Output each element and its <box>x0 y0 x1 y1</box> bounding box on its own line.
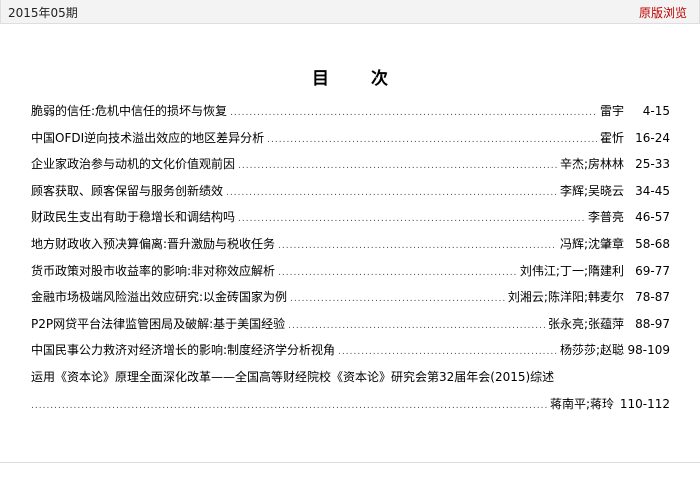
entry-pages: 98-109 <box>627 343 670 358</box>
entry-authors: 霍忻 <box>599 130 624 145</box>
entry-continuation: 蒋南平;蒋玲 110-112 <box>31 395 670 415</box>
toc-entry[interactable]: 中国民事公力救济对经济增长的影响:制度经济学分析视角 杨莎莎;赵聪 98-109 <box>31 341 670 368</box>
toc-entry[interactable]: 金融市场极端风险溢出效应研究:以金砖国家为例 刘湘云;陈洋阳;韩麦尔 78-87 <box>31 288 670 315</box>
issue-header-bar: 2015年05期 原版浏览 <box>0 0 700 24</box>
entry-pages: 88-97 <box>635 316 670 331</box>
entry-authors: 刘湘云;陈洋阳;韩麦尔 <box>507 290 624 305</box>
toc-entry[interactable]: 财政民生支出有助于稳增长和调结构吗 李普亮 46-57 <box>31 208 670 235</box>
entry-pages: 16-24 <box>635 130 670 145</box>
toc-list: 脆弱的信任:危机中信任的损坏与恢复 雷宇 4-15 中国OFDI逆向技术溢出效应… <box>31 102 670 415</box>
entry-title: 运用《资本论》原理全面深化改革——全国高等财经院校《资本论》研究会第32届年会(… <box>31 369 555 384</box>
toc-entry[interactable]: P2P网贷平台法律监管困局及破解:基于美国经验 张永亮;张蕴萍 88-97 <box>31 315 670 342</box>
entry-authors: 辛杰;房林林 <box>559 157 624 172</box>
entry-pages: 4-15 <box>642 104 670 118</box>
toc-entry[interactable]: 顾客获取、顾客保留与服务创新绩效 李辉;吴晓云 34-45 <box>31 182 670 209</box>
entry-pages: 34-45 <box>635 183 670 198</box>
entry-title: 财政民生支出有助于稳增长和调结构吗 <box>31 210 236 225</box>
entry-authors: 冯辉;沈肇章 <box>559 236 624 251</box>
entry-pages: 78-87 <box>635 290 670 305</box>
footer-divider <box>0 462 700 463</box>
entry-pages: 25-33 <box>635 157 670 172</box>
entry-pages: 69-77 <box>635 263 670 278</box>
entry-authors: 李普亮 <box>587 210 624 225</box>
entry-title: 中国民事公力救济对经济增长的影响:制度经济学分析视角 <box>31 343 336 358</box>
toc-entry[interactable]: 运用《资本论》原理全面深化改革——全国高等财经院校《资本论》研究会第32届年会(… <box>31 368 670 415</box>
dot-leader <box>226 188 557 198</box>
entry-authors: 李辉;吴晓云 <box>559 183 624 198</box>
dot-leader <box>238 214 585 224</box>
toc-entry[interactable]: 企业家政治参与动机的文化价值观前因 辛杰;房林林 25-33 <box>31 155 670 182</box>
entry-authors: 张永亮;张蕴萍 <box>547 316 624 331</box>
entry-pages: 58-68 <box>635 236 670 251</box>
entry-authors: 刘伟江;丁一;隋建利 <box>519 263 624 278</box>
entry-authors: 雷宇 <box>599 104 624 118</box>
entry-pages: 110-112 <box>619 396 670 411</box>
entry-title: 货币政策对股市收益率的影响:非对称效应解析 <box>31 263 276 278</box>
entry-pages: 46-57 <box>635 210 670 225</box>
dot-leader <box>267 135 597 145</box>
dot-leader <box>230 108 597 118</box>
dot-leader <box>288 321 545 331</box>
issue-label: 2015年05期 <box>8 6 78 20</box>
toc-title: 目 次 <box>312 69 406 89</box>
entry-title: 脆弱的信任:危机中信任的损坏与恢复 <box>31 104 228 118</box>
dot-leader <box>238 161 557 171</box>
entry-authors: 蒋南平;蒋玲 <box>549 396 614 411</box>
dot-leader <box>290 294 505 304</box>
entry-title: 地方财政收入预决算偏离:晋升激励与税收任务 <box>31 236 276 251</box>
entry-authors: 杨莎莎;赵聪 <box>559 343 624 358</box>
entry-title: 顾客获取、顾客保留与服务创新绩效 <box>31 183 224 198</box>
toc-entry[interactable]: 脆弱的信任:危机中信任的损坏与恢复 雷宇 4-15 <box>31 102 670 129</box>
toc-entry[interactable]: 货币政策对股市收益率的影响:非对称效应解析 刘伟江;丁一;隋建利 69-77 <box>31 262 670 289</box>
entry-title: 金融市场极端风险溢出效应研究:以金砖国家为例 <box>31 290 288 305</box>
dot-leader <box>278 268 517 278</box>
original-view-link[interactable]: 原版浏览 <box>639 4 687 21</box>
entry-title: P2P网贷平台法律监管困局及破解:基于美国经验 <box>31 316 286 331</box>
entry-title: 中国OFDI逆向技术溢出效应的地区差异分析 <box>31 130 265 145</box>
entry-title: 企业家政治参与动机的文化价值观前因 <box>31 157 236 172</box>
toc-entry[interactable]: 地方财政收入预决算偏离:晋升激励与税收任务 冯辉;沈肇章 58-68 <box>31 235 670 262</box>
dot-leader <box>31 401 547 411</box>
toc-entry[interactable]: 中国OFDI逆向技术溢出效应的地区差异分析 霍忻 16-24 <box>31 129 670 156</box>
dot-leader <box>278 241 557 251</box>
dot-leader <box>338 347 557 357</box>
